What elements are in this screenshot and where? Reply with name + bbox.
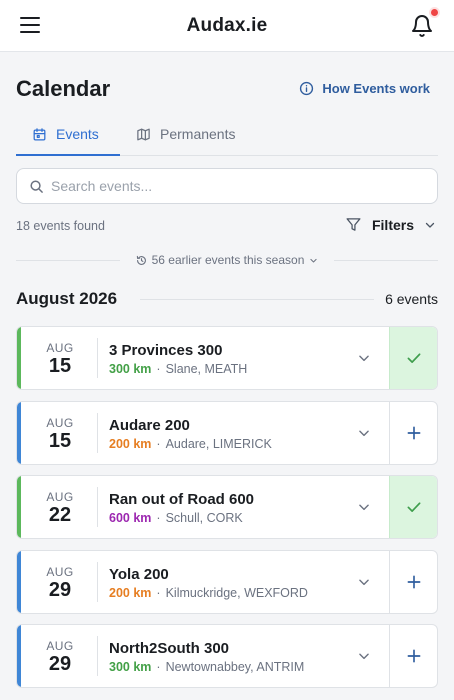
event-meta: 200 km · Audare, LIMERICK <box>109 437 272 451</box>
tab-events-label: Events <box>56 126 99 142</box>
event-meta: 200 km · Kilmuckridge, WEXFORD <box>109 586 308 600</box>
event-distance: 200 km <box>109 586 152 600</box>
event-month: AUG <box>46 490 74 504</box>
filters-label: Filters <box>371 216 414 233</box>
event-month: AUG <box>46 416 74 430</box>
active-tab-indicator <box>16 154 120 156</box>
event-day: 29 <box>48 653 72 675</box>
chevron-down-icon[interactable] <box>357 426 371 440</box>
event-distance: 300 km <box>109 660 152 674</box>
chevron-down-icon <box>310 258 317 262</box>
search-box <box>16 168 438 204</box>
divider-line <box>97 338 98 378</box>
search-icon <box>30 180 43 193</box>
separator-dot: · <box>156 511 161 525</box>
check-icon <box>407 502 420 512</box>
separator-dot: · <box>156 362 161 376</box>
history-icon <box>136 255 146 265</box>
event-month: AUG <box>46 341 74 355</box>
event-month: AUG <box>46 565 74 579</box>
registered-button[interactable] <box>389 327 437 389</box>
separator-dot: · <box>156 586 161 600</box>
divider-line <box>140 299 374 300</box>
results-count: 18 events found <box>16 219 105 233</box>
calendar-icon <box>33 127 46 140</box>
month-header: August 2026 6 events <box>16 289 438 311</box>
event-date: AUG 22 <box>21 476 99 538</box>
event-name: Ran out of Road 600 <box>109 491 255 508</box>
event-location: Kilmuckridge, WEXFORD <box>165 586 308 600</box>
tab-bar: Events Permanents <box>16 118 438 156</box>
event-name: Yola 200 <box>109 566 169 583</box>
plus-icon <box>407 575 420 589</box>
divider-line <box>97 487 98 527</box>
divider-line <box>97 413 98 453</box>
event-date: AUG 29 <box>21 625 99 687</box>
top-bar: Audax.ie <box>0 0 454 52</box>
plus-icon <box>407 426 420 440</box>
event-day: 15 <box>48 430 72 452</box>
event-meta: 300 km · Slane, MEATH <box>109 362 247 376</box>
add-event-button[interactable] <box>389 625 437 687</box>
divider-line <box>97 562 98 602</box>
event-card[interactable]: AUG 22 Ran out of Road 600 600 km · Schull, C… <box>16 475 438 539</box>
map-icon <box>137 128 150 140</box>
filters-button[interactable]: Filters <box>345 216 436 233</box>
event-name: 3 Provinces 300 <box>109 342 223 359</box>
event-location: Newtownabbey, ANTRIM <box>165 660 305 674</box>
check-icon <box>407 353 420 363</box>
tab-permanents-label: Permanents <box>160 126 236 142</box>
separator-dot: · <box>156 660 161 674</box>
event-card[interactable]: AUG 15 Audare 200 200 km · Audare, LIMERICK <box>16 401 438 465</box>
plus-icon <box>407 649 420 663</box>
notification-badge <box>429 7 440 18</box>
app-title: Audax.ie <box>186 15 268 36</box>
chevron-down-icon[interactable] <box>357 351 371 365</box>
event-day: 29 <box>48 579 72 601</box>
search-input[interactable] <box>51 169 421 203</box>
event-date: AUG 29 <box>21 551 99 613</box>
info-icon <box>300 81 314 96</box>
event-distance: 300 km <box>109 362 152 376</box>
month-event-count: 6 events <box>385 291 438 307</box>
event-distance: 600 km <box>109 511 152 525</box>
event-distance: 200 km <box>109 437 152 451</box>
chevron-down-icon <box>425 222 435 228</box>
earlier-events-divider: 56 earlier events this season <box>16 252 438 270</box>
registered-button[interactable] <box>389 476 437 538</box>
event-month: AUG <box>46 639 74 653</box>
event-meta: 300 km · Newtownabbey, ANTRIM <box>109 660 304 674</box>
event-card[interactable]: AUG 15 3 Provinces 300 300 km · Slane, MEATH <box>16 326 438 390</box>
event-date: AUG 15 <box>21 327 99 389</box>
event-day: 15 <box>48 355 72 377</box>
event-location: Slane, MEATH <box>165 362 248 376</box>
event-card[interactable]: AUG 29 Yola 200 200 km · Kilmuckridge, WEXFOR… <box>16 550 438 614</box>
add-event-button[interactable] <box>389 551 437 613</box>
event-name: North2South 300 <box>109 640 230 657</box>
earlier-events-label: 56 earlier events this season <box>151 253 305 267</box>
show-earlier-events-button[interactable]: 56 earlier events this season <box>16 253 438 269</box>
separator-dot: · <box>156 437 161 451</box>
filter-icon <box>346 218 361 231</box>
event-name: Audare 200 <box>109 417 190 434</box>
event-meta: 600 km · Schull, CORK <box>109 511 243 525</box>
chevron-down-icon[interactable] <box>357 649 371 663</box>
how-events-work-label: How Events work <box>322 81 430 96</box>
event-location: Schull, CORK <box>165 511 243 525</box>
page-title: Calendar <box>16 76 111 101</box>
tab-events[interactable]: Events <box>32 126 99 142</box>
tab-permanents[interactable]: Permanents <box>136 126 235 142</box>
how-events-work-link[interactable]: How Events work <box>299 81 430 96</box>
chevron-down-icon[interactable] <box>357 575 371 589</box>
chevron-down-icon[interactable] <box>357 500 371 514</box>
add-event-button[interactable] <box>389 402 437 464</box>
bell-icon[interactable] <box>410 14 434 38</box>
event-day: 22 <box>48 504 72 526</box>
divider-line <box>97 636 98 676</box>
event-card[interactable]: AUG 29 North2South 300 300 km · Newtownabbey,… <box>16 624 438 688</box>
event-date: AUG 15 <box>21 402 99 464</box>
month-title: August 2026 <box>16 289 118 308</box>
event-location: Audare, LIMERICK <box>165 437 272 451</box>
